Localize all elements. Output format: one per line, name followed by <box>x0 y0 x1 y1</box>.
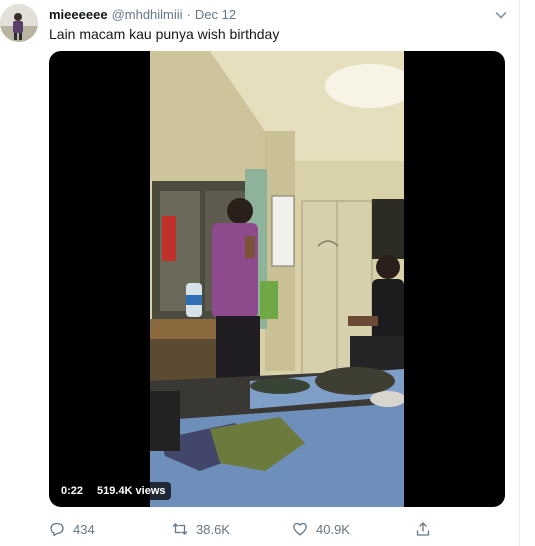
share-icon <box>416 522 430 536</box>
heart-icon <box>293 522 307 536</box>
separator-dot: · <box>186 7 191 22</box>
retweet-button[interactable]: 38.6K <box>172 521 230 537</box>
avatar-image <box>0 4 38 42</box>
column-divider <box>519 0 520 546</box>
video-overlay: 0:22 519.4K views <box>56 482 171 500</box>
tweet-text: Lain macam kau punya wish birthday <box>49 26 280 42</box>
retweet-icon <box>172 523 188 535</box>
like-button[interactable]: 40.9K <box>292 521 350 537</box>
video-player[interactable]: 0:22 519.4K views <box>49 51 505 507</box>
avatar[interactable] <box>0 4 38 42</box>
tweet-date[interactable]: Dec 12 <box>195 7 236 22</box>
video-duration: 0:22 <box>56 482 89 500</box>
retweet-count: 38.6K <box>196 521 230 537</box>
chevron-down-icon[interactable] <box>493 7 509 23</box>
author-handle[interactable]: @mhdhilmiii <box>112 7 183 22</box>
tweet-actions: 434 38.6K 40.9K <box>49 521 449 541</box>
reply-button[interactable]: 434 <box>49 521 95 537</box>
share-button[interactable] <box>415 521 431 537</box>
reply-icon <box>50 522 64 537</box>
video-frame <box>150 51 404 507</box>
video-view-count: 519.4K views <box>92 482 171 500</box>
reply-count: 434 <box>73 521 95 537</box>
video-still <box>150 51 404 507</box>
tweet-header: mieeeeee @mhdhilmiii · Dec 12 <box>49 7 236 22</box>
author-display-name[interactable]: mieeeeee <box>49 7 108 22</box>
like-count: 40.9K <box>316 521 350 537</box>
tweet[interactable]: mieeeeee @mhdhilmiii · Dec 12 Lain macam… <box>0 0 520 546</box>
